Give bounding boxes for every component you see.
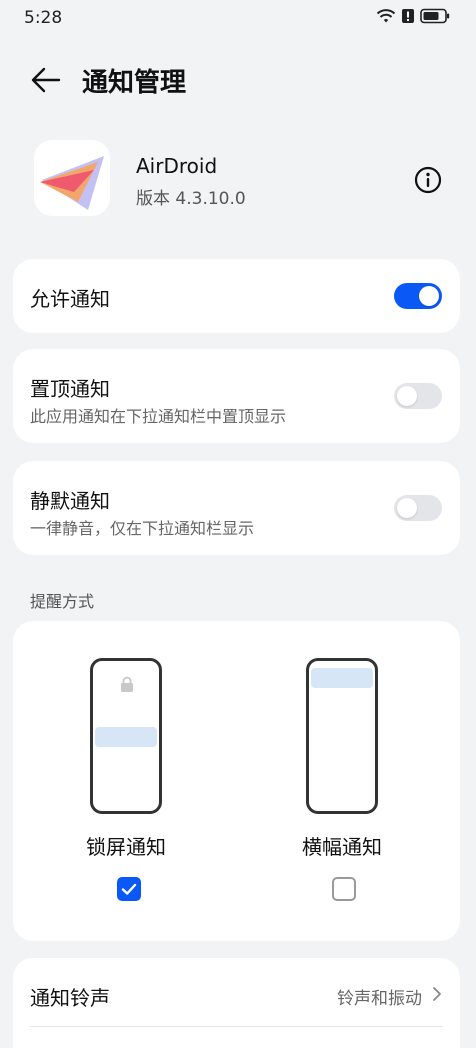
reminder-section-label: 提醒方式 <box>30 592 95 611</box>
pinned-notifications-toggle[interactable] <box>394 383 442 409</box>
pinned-notifications-subtitle: 此应用通知在下拉通知栏中置顶显示 <box>30 407 287 426</box>
toggle-knob <box>419 286 439 306</box>
toggle-knob <box>397 498 417 518</box>
ringtone-title: 通知铃声 <box>30 986 110 1010</box>
status-bar: 5:28 <box>0 0 476 38</box>
check-icon <box>121 883 137 895</box>
app-info: AirDroid 版本 4.3.10.0 <box>0 130 476 230</box>
app-version: 版本 4.3.10.0 <box>136 189 246 209</box>
chevron-right-icon <box>433 987 441 1001</box>
banner-checkbox[interactable] <box>332 877 356 901</box>
allow-notifications-card[interactable]: 允许通知 <box>13 259 460 333</box>
back-arrow-icon <box>31 67 61 93</box>
allow-notifications-toggle[interactable] <box>394 283 442 309</box>
airdroid-logo-icon <box>34 140 110 216</box>
battery-icon <box>420 8 450 24</box>
app-info-button[interactable] <box>412 164 444 196</box>
lock-screen-label: 锁屏通知 <box>86 835 166 859</box>
app-name: AirDroid <box>136 154 218 178</box>
wifi-icon <box>376 9 396 23</box>
lock-screen-notification-bar <box>95 727 157 747</box>
info-icon <box>414 166 442 194</box>
pinned-notifications-card[interactable]: 置顶通知 此应用通知在下拉通知栏中置顶显示 <box>13 349 460 443</box>
status-icons <box>376 8 450 24</box>
pinned-notifications-title: 置顶通知 <box>30 377 110 401</box>
silent-notifications-card[interactable]: 静默通知 一律静音，仅在下拉通知栏显示 <box>13 461 460 555</box>
lock-icon <box>121 676 133 692</box>
silent-notifications-title: 静默通知 <box>30 489 110 513</box>
banner-preview[interactable] <box>306 658 378 814</box>
lock-screen-checkbox[interactable] <box>117 877 141 901</box>
ringtone-value: 铃声和振动 <box>337 989 422 1009</box>
page-title: 通知管理 <box>82 68 187 98</box>
lock-screen-preview[interactable] <box>90 658 162 814</box>
banner-label: 横幅通知 <box>302 835 382 859</box>
header: 通知管理 <box>0 52 476 108</box>
reminder-modes-card: 锁屏通知 横幅通知 <box>13 621 460 941</box>
toggle-knob <box>397 386 417 406</box>
status-time: 5:28 <box>24 8 63 28</box>
silent-notifications-toggle[interactable] <box>394 495 442 521</box>
ringtone-card[interactable]: 通知铃声 铃声和振动 <box>13 958 460 1048</box>
silent-notifications-subtitle: 一律静音，仅在下拉通知栏显示 <box>30 519 255 538</box>
back-button[interactable] <box>26 60 66 100</box>
allow-notifications-title: 允许通知 <box>30 287 110 311</box>
banner-notification-bar <box>311 668 373 688</box>
divider <box>30 1026 443 1027</box>
alert-icon <box>402 9 414 23</box>
